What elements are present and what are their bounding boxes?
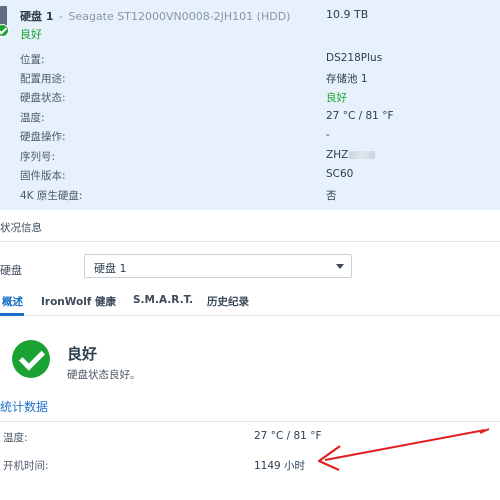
disk-select-dropdown[interactable]: 硬盘 1: [84, 254, 352, 278]
prop-row-health-status: 硬盘状态: 良好: [20, 90, 490, 108]
prop-value-serial: ZHZ: [326, 149, 376, 161]
prop-row-serial: 序列号: ZHZ: [20, 149, 490, 167]
health-info-header: 状况信息: [0, 210, 500, 242]
health-status-description: 硬盘状态良好。: [67, 369, 141, 381]
stat-value: 27 °C / 81 °F: [254, 430, 322, 442]
prop-value: 27 °C / 81 °F: [326, 110, 394, 122]
serial-prefix: ZHZ: [326, 149, 349, 161]
prop-row-allocation: 配置用途: 存储池 1: [20, 71, 490, 89]
tab-smart[interactable]: S.M.A.R.T.: [133, 294, 193, 306]
prop-row-operation: 硬盘操作: -: [20, 129, 490, 147]
chevron-down-icon[interactable]: [336, 264, 344, 269]
disk-select-label: 硬盘: [0, 264, 22, 277]
tab-ironwolf-health[interactable]: IronWolf 健康: [41, 294, 116, 309]
prop-value: -: [326, 129, 330, 141]
health-status-title: 良好: [67, 345, 98, 363]
prop-value: DS218Plus: [326, 52, 383, 64]
prop-key: 硬盘操作:: [20, 131, 66, 143]
disk-model: Seagate ST12000VN0008-2JH101 (HDD): [68, 10, 291, 23]
disk-select-value: 硬盘 1: [94, 262, 127, 275]
prop-value: 存储池 1: [326, 73, 368, 85]
disk-size: 10.9 TB: [326, 8, 369, 21]
active-tab-indicator: [0, 313, 24, 316]
prop-key: 序列号:: [20, 151, 56, 163]
prop-row-firmware: 固件版本: SC60: [20, 168, 490, 186]
disk-detail-panel: 硬盘 1 - Seagate ST12000VN0008-2JH101 (HDD…: [0, 0, 500, 210]
stat-value: 1149 小时: [254, 460, 306, 472]
prop-value: 否: [326, 190, 337, 202]
prop-key: 硬盘状态:: [20, 92, 66, 104]
prop-row-temperature: 温度: 27 °C / 81 °F: [20, 110, 490, 128]
disk-status: 良好: [20, 28, 42, 41]
prop-key: 固件版本:: [20, 170, 66, 182]
disk-name: 硬盘 1: [20, 10, 54, 23]
divider: [0, 421, 500, 422]
stat-row-temperature: 温度: 27 °C / 81 °F: [0, 430, 500, 448]
prop-value: SC60: [326, 168, 354, 180]
disk-title: 硬盘 1 - Seagate ST12000VN0008-2JH101 (HDD…: [20, 8, 290, 24]
hdd-healthy-icon: [0, 6, 12, 37]
prop-key: 配置用途:: [20, 73, 66, 85]
serial-redacted: [349, 151, 376, 159]
check-circle-icon: [12, 340, 50, 378]
prop-value: 良好: [326, 92, 347, 104]
statistics-title: 统计数据: [0, 400, 49, 414]
tab-overview[interactable]: 概述: [2, 294, 23, 309]
prop-key: 温度:: [20, 112, 45, 124]
disk-title-separator: -: [58, 10, 63, 23]
stat-key: 温度:: [3, 432, 28, 444]
health-tabs: 概述 IronWolf 健康 S.M.A.R.T. 历史纪录: [0, 288, 500, 316]
prop-row-4k-native: 4K 原生硬盘: 否: [20, 188, 490, 206]
stat-row-power-on-time: 开机时间: 1149 小时: [0, 458, 500, 476]
prop-key: 位置:: [20, 54, 45, 66]
health-info-title: 状况信息: [0, 222, 42, 234]
stat-key: 开机时间:: [3, 460, 49, 472]
tab-history[interactable]: 历史纪录: [207, 294, 249, 309]
prop-row-location: 位置: DS218Plus: [20, 52, 490, 70]
prop-key: 4K 原生硬盘:: [20, 190, 83, 202]
